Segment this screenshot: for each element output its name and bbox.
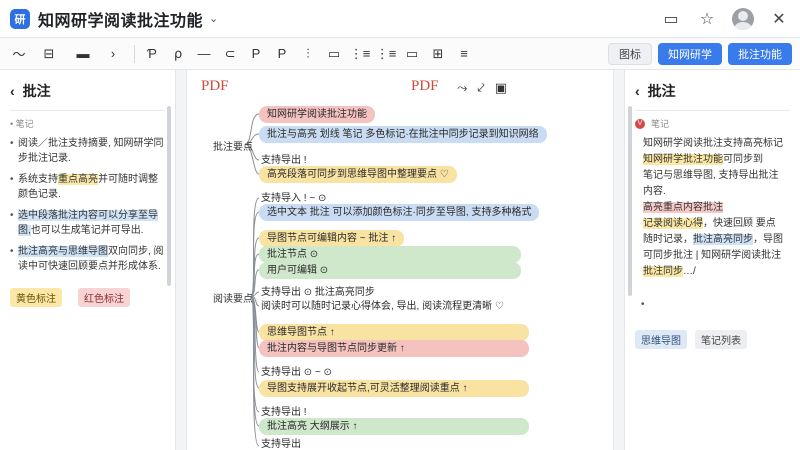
text-box-icon[interactable]: ▭ [323, 43, 345, 65]
user-dot-icon: V [635, 118, 645, 129]
text-align-icon[interactable]: ⫶ [297, 43, 319, 65]
yellow-tag-chip[interactable]: 黄色标注 [10, 288, 62, 307]
title-bar: 研 知网研学阅读批注功能 ⌄ ▭ ☆ ✕ [0, 0, 800, 38]
branch-label-reading[interactable]: 阅读要点 [213, 290, 253, 305]
star-icon[interactable]: ☆ [696, 8, 718, 30]
window-icon[interactable]: ▭ [660, 8, 682, 30]
mindmap-node[interactable]: 批注内容与导图节点同步更新 ↑ [259, 340, 529, 357]
mindmap-canvas[interactable]: PDF PDF ⤳ ⤦ ▣ 批注要点 阅读要点 知网研学阅读批注功能 批注与高亮… [186, 70, 614, 450]
paragraph-icon[interactable]: P [245, 43, 267, 65]
mindmap-chip[interactable]: 思维导图 [635, 330, 687, 349]
red-tag-chip[interactable]: 红色标注 [78, 288, 130, 307]
underline-icon[interactable]: — [193, 43, 215, 65]
mindmap-node[interactable]: 知网研学阅读批注功能 [259, 106, 375, 123]
cnki-button[interactable]: 知网研学 [658, 42, 722, 65]
left-panel-subtitle: • 笔记 [10, 119, 34, 129]
mindmap-node[interactable]: 阅读时可以随时记录心得体会, 导出, 阅读流程更清晰 ♡ [259, 298, 506, 315]
mindmap-node[interactable]: 支持导出 [259, 436, 303, 450]
mindmap-node[interactable]: 批注高亮 大纲展示 ↑ [259, 418, 529, 435]
app-logo-icon: 研 [10, 8, 30, 29]
bullet: • [641, 299, 645, 310]
right-annotation-panel: ‹ 批注 V 笔记 知网研学阅读批注支持高亮标记 知网研学批注功能可同步到 笔记… [624, 70, 800, 450]
grid-icon[interactable]: ⊞ [427, 43, 449, 65]
lasso-icon[interactable]: ⊂ [219, 43, 241, 65]
annotation-feature-button[interactable]: 批注功能 [728, 42, 792, 65]
mindmap-node[interactable]: 用户可编辑 ⊙ [259, 262, 521, 279]
divider [10, 110, 165, 111]
left-panel-title: 批注 [22, 83, 51, 99]
rectangle-icon[interactable]: ▭ [401, 43, 423, 65]
close-icon[interactable]: ✕ [768, 8, 790, 30]
paragraph-alt-icon[interactable]: P [271, 43, 293, 65]
toolbar-divider [134, 44, 135, 63]
right-panel-header: ‹ 批注 [635, 80, 790, 102]
pen-icon[interactable]: Ƥ [141, 43, 163, 65]
left-scrollbar[interactable] [167, 106, 171, 286]
app-title[interactable]: 知网研学阅读批注功能 [38, 7, 203, 31]
note-content[interactable]: 知网研学阅读批注支持高亮标记 知网研学批注功能可同步到 笔记与思维导图, 支持导… [635, 136, 790, 279]
avatar[interactable] [732, 7, 754, 30]
left-panel-header: ‹ 批注 [10, 80, 165, 102]
icon-button[interactable]: 图标 [608, 42, 652, 65]
toolbar: 〜 ⊟ ▬ › Ƥ ⍴ — ⊂ P P ⫶ ▭ ⋮≡ ⋮≡ ▭ ⊞ ≡ 图标 知… [0, 38, 800, 70]
chevron-down-icon[interactable]: ⌄ [209, 12, 218, 25]
pin-icon[interactable]: ⍴ [167, 43, 189, 65]
list-item[interactable]: 批注高亮与思维导图双向同步, 阅读中可快速回顾要点并形成体系. [10, 244, 165, 274]
note-list-chip[interactable]: 笔记列表 [695, 330, 747, 349]
line-style-icon[interactable]: ▬ [68, 43, 98, 65]
right-panel-title: 批注 [647, 83, 676, 99]
list-item[interactable]: 系统支持重点高亮并可随时调整颜色记录. [10, 172, 165, 202]
divider [635, 110, 790, 111]
list-icon[interactable]: ⋮≡ [349, 43, 371, 65]
list-item[interactable]: 选中段落批注内容可以分享至导图,也可以生成笔记并可导出. [10, 208, 165, 238]
list-item[interactable]: 阅读／批注支持摘要, 知网研学同步批注记录. [10, 136, 165, 166]
mindmap-node[interactable]: 批注节点 ⊙ [259, 246, 521, 263]
note-author: V 笔记 [635, 117, 790, 130]
back-arrow-icon[interactable]: ‹ [10, 83, 15, 99]
right-scrollbar[interactable] [628, 106, 632, 296]
mindmap-node[interactable]: 高亮段落可同步到思维导图中整理要点 ♡ [259, 166, 457, 183]
chevron-right-icon[interactable]: › [102, 43, 124, 65]
mindmap-node[interactable]: 支持导出 ⊙ ~ ⊙ [259, 364, 334, 381]
curve-tool-icon[interactable]: 〜 [8, 43, 30, 65]
list-alt-icon[interactable]: ⋮≡ [375, 43, 397, 65]
branch-label-annotation[interactable]: 批注要点 [213, 138, 253, 153]
mindmap-node[interactable]: 批注与高亮 划线 笔记 多色标记·在批注中同步记录到知识网络 [259, 126, 547, 143]
left-annotation-panel: ‹ 批注 • 笔记 阅读／批注支持摘要, 知网研学同步批注记录. 系统支持重点高… [0, 70, 176, 450]
mindmap-node[interactable]: 选中文本 批注 可以添加颜色标注·同步至导图, 支持多种格式 [259, 204, 540, 221]
menu-icon[interactable]: ≡ [453, 43, 475, 65]
mindmap-node[interactable]: 导图支持展开收起节点,可灵活整理阅读重点 ↑ [259, 380, 529, 397]
back-arrow-icon[interactable]: ‹ [635, 83, 640, 99]
layout-tool-icon[interactable]: ⊟ [34, 43, 64, 65]
mindmap-node[interactable]: 导图节点可编辑内容 ~ 批注 ↑ [259, 230, 405, 247]
note-list: 阅读／批注支持摘要, 知网研学同步批注记录. 系统支持重点高亮并可随时调整颜色记… [10, 136, 165, 274]
mindmap-node[interactable]: 思维导图节点 ↑ [259, 324, 529, 341]
